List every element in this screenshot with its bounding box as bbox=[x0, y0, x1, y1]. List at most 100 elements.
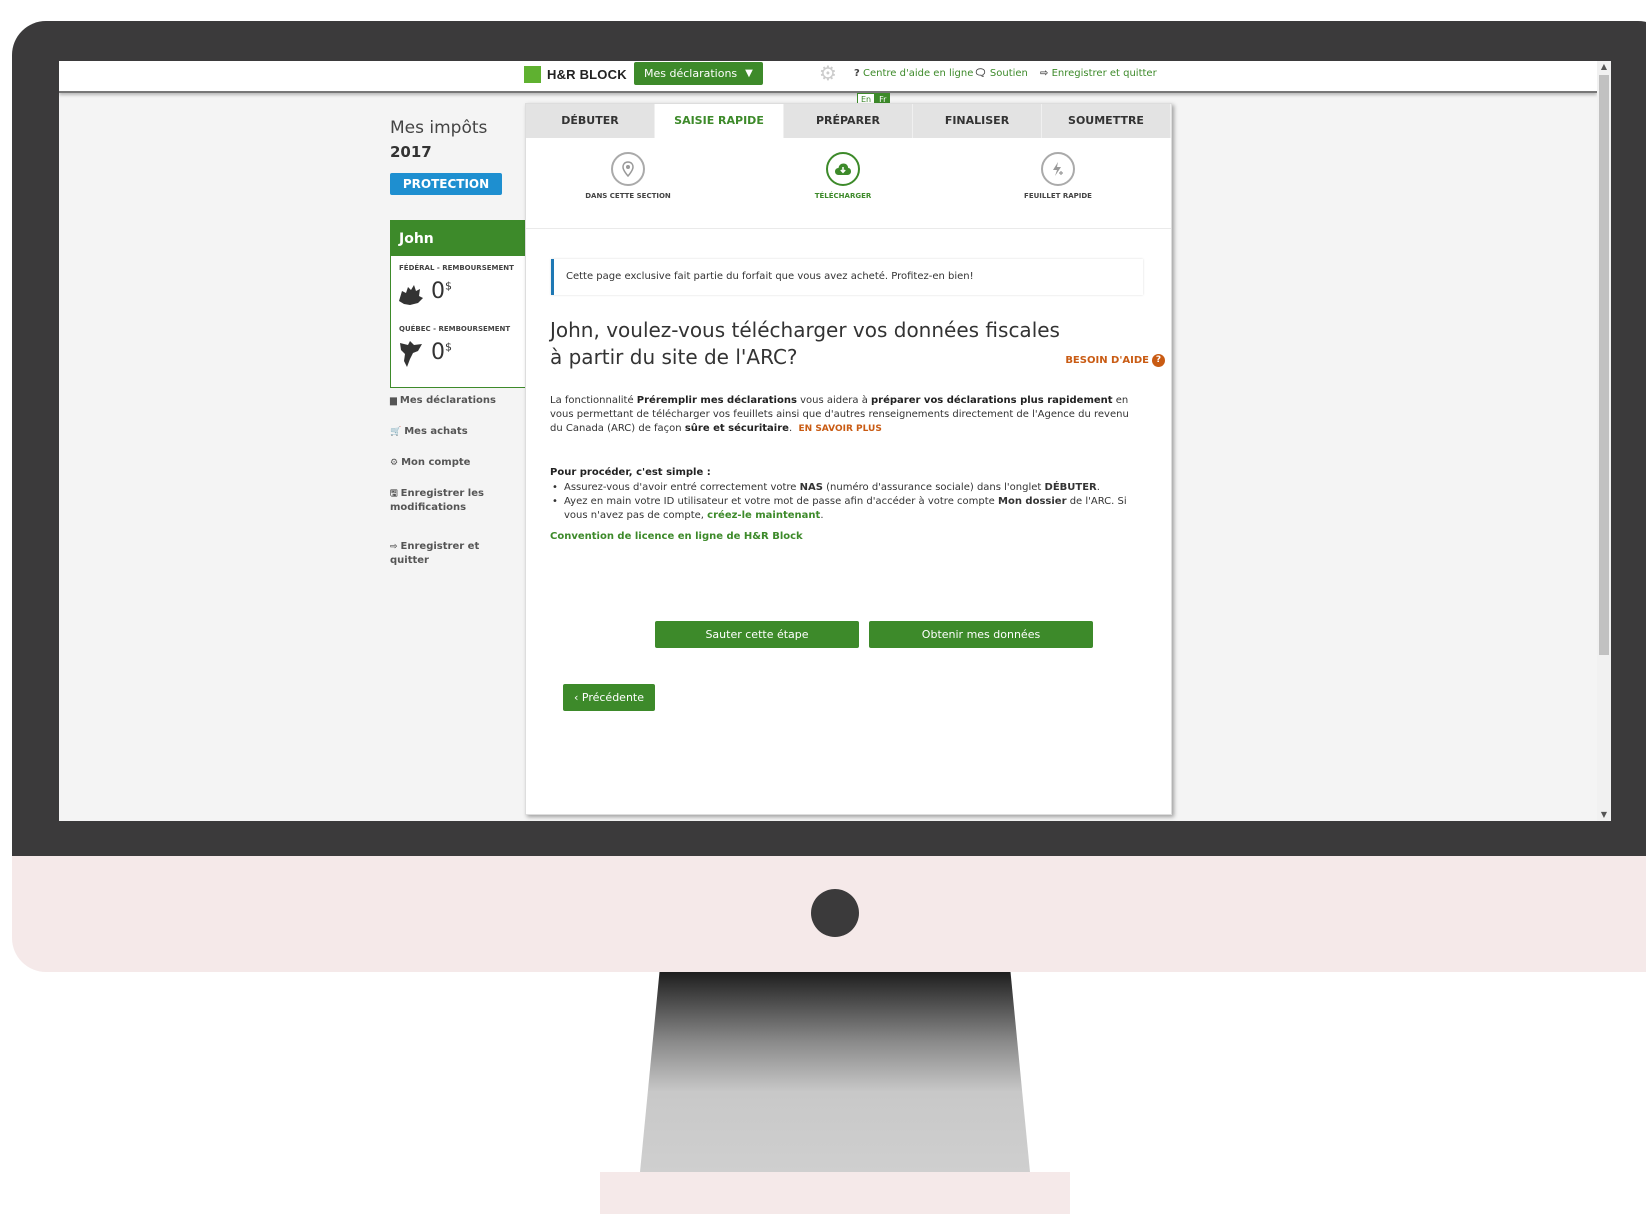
monitor-stand-base bbox=[600, 1172, 1070, 1214]
exit-icon: ⇨ bbox=[390, 542, 398, 552]
main-panel: DÉBUTER SAISIE RAPIDE PRÉPARER FINALISER… bbox=[525, 103, 1172, 815]
list-text: Assurez-vous d'avoir entré correctement … bbox=[564, 482, 797, 493]
cloud-download-icon bbox=[826, 152, 860, 186]
para-text: La fonctionnalité bbox=[550, 395, 634, 406]
tax-year: 2017 bbox=[390, 143, 432, 161]
para-text: vous aidera à bbox=[800, 395, 868, 406]
question-icon: ? bbox=[1152, 354, 1165, 367]
folder-icon: ▆ bbox=[390, 396, 397, 406]
chevron-left-icon: ‹ bbox=[573, 691, 579, 704]
licence-agreement-link[interactable]: Convention de licence en ligne de H&R Bl… bbox=[550, 531, 803, 542]
substep-in-this-section[interactable]: DANS CETTE SECTION bbox=[573, 152, 683, 200]
top-bar: H&R BLOCK Mes déclarations ▼ ⚙ ? Centre … bbox=[59, 61, 1597, 93]
gear-icon[interactable]: ⚙ bbox=[819, 63, 839, 83]
list-text: . bbox=[1096, 482, 1100, 493]
help-question-icon: ? bbox=[854, 68, 860, 79]
substep-quick-slip[interactable]: FEUILLET RAPIDE bbox=[1003, 152, 1113, 200]
sidebar-item-my-purchases[interactable]: 🛒 Mes achats bbox=[390, 425, 468, 439]
quebec-refund-amount: 0 bbox=[431, 340, 445, 365]
get-my-data-button[interactable]: Obtenir mes données bbox=[869, 621, 1093, 648]
quebec-currency: $ bbox=[445, 340, 452, 354]
power-button-icon bbox=[811, 889, 859, 937]
hr-block-logo[interactable]: H&R BLOCK bbox=[524, 66, 627, 83]
save-quit-label: Enregistrer et quitter bbox=[1051, 68, 1157, 79]
support-label: Soutien bbox=[989, 68, 1028, 79]
previous-button[interactable]: ‹ Précédente bbox=[563, 684, 655, 711]
map-pin-icon bbox=[611, 152, 645, 186]
list-bold: DÉBUTER bbox=[1044, 482, 1097, 493]
need-help-link[interactable]: BESOIN D'AIDE ? bbox=[1065, 354, 1165, 367]
federal-refund-value: 0$ bbox=[431, 279, 452, 304]
cart-icon: 🛒 bbox=[390, 427, 402, 437]
para-text: . bbox=[788, 423, 793, 434]
list-bold: NAS bbox=[799, 482, 823, 493]
chat-icon: 🗨 bbox=[974, 68, 987, 79]
exclusive-notice: Cette page exclusive fait partie du forf… bbox=[551, 259, 1143, 295]
step-tabs: DÉBUTER SAISIE RAPIDE PRÉPARER FINALISER… bbox=[526, 104, 1171, 138]
list-item: Ayez en main votre ID utilisateur et vot… bbox=[550, 495, 1140, 523]
intro-paragraph: La fonctionnalité Préremplir mes déclara… bbox=[550, 394, 1130, 436]
scroll-up-icon[interactable]: ▲ bbox=[1600, 62, 1608, 72]
substep-label: DANS CETTE SECTION bbox=[585, 192, 671, 200]
skip-step-button[interactable]: Sauter cette étape bbox=[655, 621, 859, 648]
screen: H&R BLOCK Mes déclarations ▼ ⚙ ? Centre … bbox=[59, 61, 1611, 821]
sidebar-item-my-account[interactable]: ⚙ Mon compte bbox=[390, 456, 470, 470]
save-icon: 🖫 bbox=[390, 489, 398, 499]
sidebar-item-label: Mes déclarations bbox=[399, 395, 496, 406]
federal-refund-amount: 0 bbox=[431, 279, 445, 304]
sidebar-item-save-quit[interactable]: ⇨ Enregistrer et quitter bbox=[390, 540, 490, 568]
quebec-refund-label: QUÉBEC - REMBOURSEMENT bbox=[399, 325, 511, 333]
substep-label: TÉLÉCHARGER bbox=[814, 192, 872, 200]
protection-badge[interactable]: PROTECTION bbox=[390, 173, 502, 195]
tab-preparer[interactable]: PRÉPARER bbox=[784, 104, 913, 138]
lightning-icon bbox=[1041, 152, 1075, 186]
para-bold: sûre et sécuritaire bbox=[684, 423, 789, 434]
support-link[interactable]: 🗨 Soutien bbox=[974, 68, 1028, 79]
need-help-label: BESOIN D'AIDE bbox=[1065, 355, 1149, 366]
my-returns-dropdown[interactable]: Mes déclarations ▼ bbox=[634, 62, 763, 85]
list-text: (numéro d'assurance sociale) dans l'ongl… bbox=[826, 482, 1042, 493]
quebec-map-icon bbox=[400, 341, 422, 367]
sidebar-title: Mes impôts bbox=[390, 118, 488, 138]
tab-finaliser[interactable]: FINALISER bbox=[913, 104, 1042, 138]
monitor-stand-neck bbox=[640, 972, 1030, 1172]
previous-label: Précédente bbox=[581, 691, 644, 704]
steps-list: Assurez-vous d'avoir entré correctement … bbox=[550, 481, 1140, 523]
tab-soumettre[interactable]: SOUMETTRE bbox=[1042, 104, 1171, 138]
learn-more-link[interactable]: EN SAVOIR PLUS bbox=[799, 424, 882, 434]
scroll-down-icon[interactable]: ▼ bbox=[1600, 810, 1608, 820]
list-text: . bbox=[820, 510, 824, 521]
create-account-link[interactable]: créez-le maintenant bbox=[707, 510, 820, 521]
substep-bar: DANS CETTE SECTION TÉLÉCHARGER FEUILLET … bbox=[526, 138, 1171, 229]
list-item: Assurez-vous d'avoir entré correctement … bbox=[550, 481, 1140, 495]
save-quit-link[interactable]: ⇨ Enregistrer et quitter bbox=[1040, 68, 1157, 79]
tab-debuter[interactable]: DÉBUTER bbox=[526, 104, 655, 138]
tab-saisie-rapide[interactable]: SAISIE RAPIDE bbox=[655, 104, 784, 138]
substep-download[interactable]: TÉLÉCHARGER bbox=[788, 152, 898, 200]
page-title: John, voulez-vous télécharger vos donnée… bbox=[550, 318, 1060, 369]
federal-refund-label: FÉDÉRAL - REMBOURSEMENT bbox=[399, 264, 514, 272]
gear-icon: ⚙ bbox=[390, 458, 399, 468]
help-center-link[interactable]: ? Centre d'aide en ligne bbox=[854, 68, 973, 79]
exit-icon: ⇨ bbox=[1040, 68, 1049, 79]
para-bold: Préremplir mes déclarations bbox=[636, 395, 797, 406]
caret-down-icon: ▼ bbox=[745, 68, 753, 79]
list-bold: Mon dossier bbox=[998, 496, 1067, 507]
sidebar-item-my-returns[interactable]: ▆ Mes déclarations bbox=[390, 394, 496, 408]
help-center-label: Centre d'aide en ligne bbox=[863, 68, 974, 79]
sidebar-item-label: Enregistrer et quitter bbox=[390, 541, 480, 566]
sidebar-item-save-changes[interactable]: 🖫 Enregistrer les modifications bbox=[390, 487, 490, 515]
sidebar-item-label: Enregistrer les modifications bbox=[390, 488, 484, 513]
sidebar-item-label: Mon compte bbox=[401, 457, 471, 468]
scrollbar[interactable]: ▲ ▼ bbox=[1597, 61, 1611, 821]
substep-label: FEUILLET RAPIDE bbox=[1024, 192, 1092, 200]
logo-text: H&R BLOCK bbox=[547, 67, 627, 82]
steps-title: Pour procéder, c'est simple : bbox=[550, 467, 711, 478]
para-bold: préparer vos déclarations plus rapidemen… bbox=[871, 395, 1113, 406]
canada-map-icon bbox=[399, 285, 423, 305]
refund-card: John FÉDÉRAL - REMBOURSEMENT 0$ QUÉBEC -… bbox=[390, 220, 528, 388]
federal-currency: $ bbox=[445, 279, 452, 293]
my-returns-label: Mes déclarations bbox=[644, 67, 738, 80]
scroll-thumb[interactable] bbox=[1599, 75, 1609, 655]
user-name: John bbox=[391, 221, 527, 256]
